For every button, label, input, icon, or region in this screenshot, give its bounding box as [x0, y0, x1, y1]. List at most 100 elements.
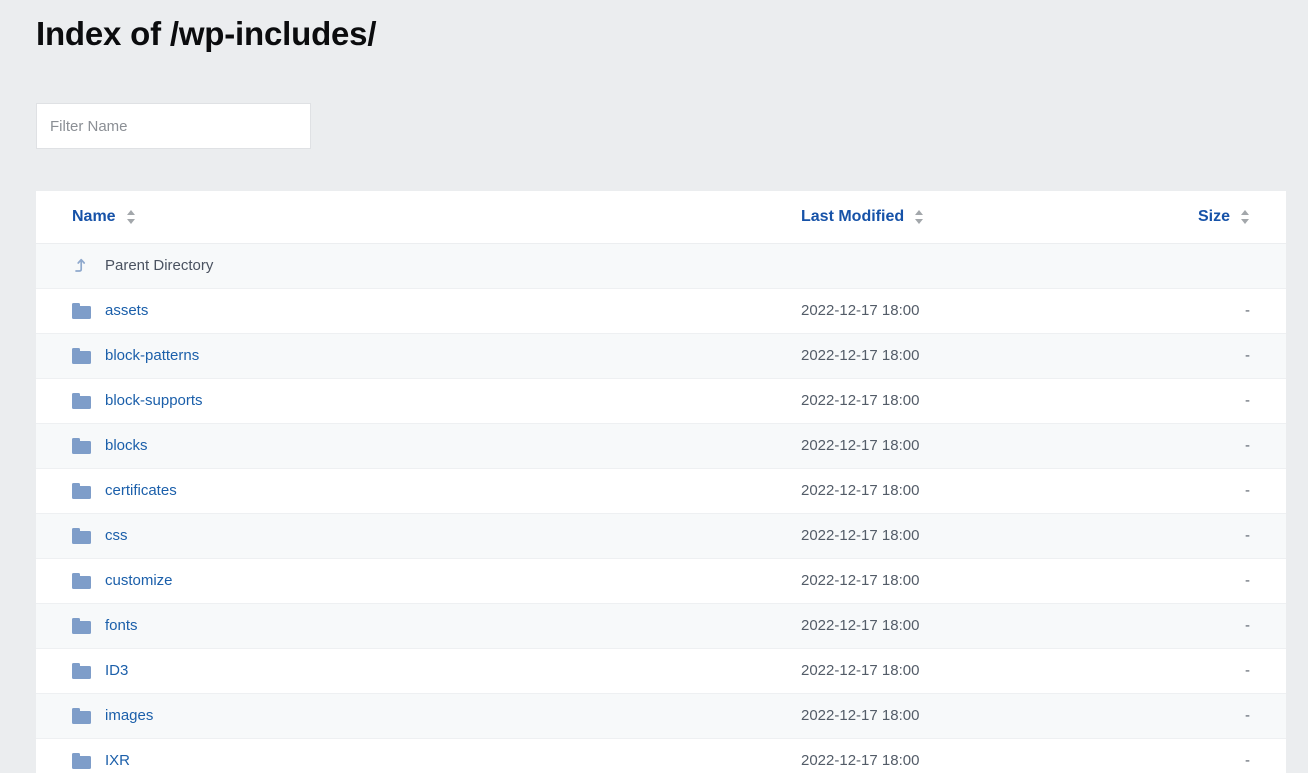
folder-icon	[72, 302, 91, 319]
folder-icon	[72, 617, 91, 634]
directory-link[interactable]: images	[105, 707, 153, 724]
directory-link[interactable]: block-supports	[105, 392, 203, 409]
cell-last-modified: 2022-12-17 18:00	[636, 333, 1076, 379]
column-header-size: Size	[1076, 191, 1286, 244]
table-row[interactable]: IXR 2022-12-17 18:00-	[36, 738, 1286, 773]
directory-link[interactable]: ID3	[105, 662, 128, 679]
cell-size: -	[1076, 468, 1286, 514]
sort-icon-last-modified[interactable]	[915, 209, 924, 225]
cell-size: -	[1076, 288, 1286, 334]
directory-listing-card: Name Last Modified Size Parent Directory…	[36, 191, 1286, 773]
cell-name: images	[36, 693, 636, 739]
table-row[interactable]: css 2022-12-17 18:00-	[36, 513, 1286, 559]
sort-icon-size[interactable]	[1241, 209, 1250, 225]
name-cell-content: fonts	[72, 617, 636, 634]
parent-directory-row[interactable]: Parent Directory	[36, 243, 1286, 289]
directory-listing-table: Name Last Modified Size Parent Directory…	[36, 191, 1286, 773]
filter-field-wrapper	[36, 103, 311, 149]
table-body: Parent Directory assets 2022-12-17 18:00- b…	[36, 243, 1286, 773]
name-cell-content: block-patterns	[72, 347, 636, 364]
sort-by-last-modified-link[interactable]: Last Modified	[801, 208, 904, 225]
cell-size: -	[1076, 333, 1286, 379]
folder-icon	[72, 482, 91, 499]
cell-last-modified: 2022-12-17 18:00	[636, 423, 1076, 469]
cell-last-modified: 2022-12-17 18:00	[636, 513, 1076, 559]
table-row[interactable]: fonts 2022-12-17 18:00-	[36, 603, 1286, 649]
directory-link[interactable]: assets	[105, 302, 148, 319]
cell-name: assets	[36, 288, 636, 334]
table-header-row: Name Last Modified Size	[36, 191, 1286, 244]
cell-last-modified	[636, 243, 1076, 289]
cell-name: blocks	[36, 423, 636, 469]
cell-name: fonts	[36, 603, 636, 649]
filter-name-input[interactable]	[36, 103, 311, 149]
name-cell-content: block-supports	[72, 392, 636, 409]
directory-index-page: Index of /wp-includes/ Name Last Modifie…	[0, 0, 1308, 773]
folder-icon	[72, 392, 91, 409]
directory-link[interactable]: blocks	[105, 437, 148, 454]
table-row[interactable]: block-supports 2022-12-17 18:00-	[36, 378, 1286, 424]
cell-last-modified: 2022-12-17 18:00	[636, 558, 1076, 604]
table-row[interactable]: block-patterns 2022-12-17 18:00-	[36, 333, 1286, 379]
directory-link[interactable]: customize	[105, 572, 173, 589]
name-cell-content: ID3	[72, 662, 636, 679]
sort-icon-name[interactable]	[126, 209, 136, 225]
name-cell-content: css	[72, 527, 636, 544]
cell-size: -	[1076, 648, 1286, 694]
cell-size: -	[1076, 603, 1286, 649]
directory-link[interactable]: fonts	[105, 617, 138, 634]
cell-name: css	[36, 513, 636, 559]
name-cell-content: certificates	[72, 482, 636, 499]
cell-size: -	[1076, 513, 1286, 559]
folder-icon	[72, 572, 91, 589]
cell-size: -	[1076, 693, 1286, 739]
cell-last-modified: 2022-12-17 18:00	[636, 738, 1076, 773]
table-row[interactable]: assets 2022-12-17 18:00-	[36, 288, 1286, 334]
cell-size: -	[1076, 558, 1286, 604]
cell-last-modified: 2022-12-17 18:00	[636, 693, 1076, 739]
table-row[interactable]: ID3 2022-12-17 18:00-	[36, 648, 1286, 694]
column-header-last-modified: Last Modified	[636, 191, 1076, 244]
name-cell-content: assets	[72, 302, 636, 319]
sort-by-name-link[interactable]: Name	[72, 208, 116, 225]
directory-link[interactable]: certificates	[105, 482, 177, 499]
folder-icon	[72, 527, 91, 544]
table-row[interactable]: blocks 2022-12-17 18:00-	[36, 423, 1286, 469]
directory-link[interactable]: IXR	[105, 752, 130, 769]
cell-last-modified: 2022-12-17 18:00	[636, 468, 1076, 514]
cell-name: block-supports	[36, 378, 636, 424]
level-up-arrow-icon	[72, 258, 91, 274]
cell-name: IXR	[36, 738, 636, 773]
cell-name: certificates	[36, 468, 636, 514]
name-cell-content: IXR	[72, 752, 636, 769]
sort-by-size-link[interactable]: Size	[1198, 208, 1230, 225]
name-cell-content: images	[72, 707, 636, 724]
table-row[interactable]: customize 2022-12-17 18:00-	[36, 558, 1286, 604]
cell-size: -	[1076, 423, 1286, 469]
cell-size: -	[1076, 738, 1286, 773]
cell-name: Parent Directory	[36, 243, 636, 289]
cell-size: -	[1076, 378, 1286, 424]
cell-name: customize	[36, 558, 636, 604]
column-header-name: Name	[36, 191, 636, 244]
table-header: Name Last Modified Size	[36, 191, 1286, 244]
folder-icon	[72, 752, 91, 769]
cell-name: ID3	[36, 648, 636, 694]
parent-directory-label[interactable]: Parent Directory	[105, 257, 213, 274]
cell-last-modified: 2022-12-17 18:00	[636, 603, 1076, 649]
cell-size	[1076, 243, 1286, 289]
cell-last-modified: 2022-12-17 18:00	[636, 288, 1076, 334]
page-title: Index of /wp-includes/	[36, 15, 377, 52]
folder-icon	[72, 662, 91, 679]
table-row[interactable]: certificates 2022-12-17 18:00-	[36, 468, 1286, 514]
table-row[interactable]: images 2022-12-17 18:00-	[36, 693, 1286, 739]
directory-link[interactable]: block-patterns	[105, 347, 199, 364]
cell-last-modified: 2022-12-17 18:00	[636, 648, 1076, 694]
folder-icon	[72, 707, 91, 724]
cell-name: block-patterns	[36, 333, 636, 379]
name-cell-content: customize	[72, 572, 636, 589]
folder-icon	[72, 347, 91, 364]
cell-last-modified: 2022-12-17 18:00	[636, 378, 1076, 424]
folder-icon	[72, 437, 91, 454]
directory-link[interactable]: css	[105, 527, 128, 544]
